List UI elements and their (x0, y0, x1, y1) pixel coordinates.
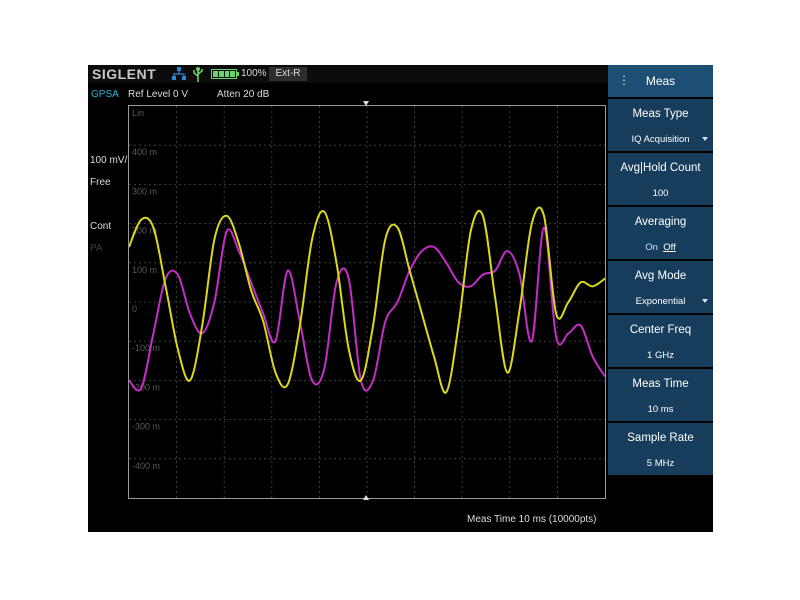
center-marker-top (363, 101, 369, 106)
menu-item-value: 1 GHz (647, 350, 674, 361)
menu-item-avg-mode[interactable]: Avg Mode Exponential (608, 261, 713, 313)
y-axis-tick-label: -100 m (132, 343, 160, 353)
menu-item-value: IQ Acquisition (631, 134, 690, 145)
menu-item-avg-hold-count[interactable]: Avg|Hold Count 100 (608, 153, 713, 205)
i-trace (129, 206, 605, 394)
menu-item-label: Avg|Hold Count (620, 162, 701, 174)
menu-item-value: 10 ms (647, 404, 674, 415)
usb-icon (193, 67, 203, 82)
sweep-label: Cont (90, 221, 112, 232)
reference-source-badge[interactable]: Ext-R (269, 67, 307, 81)
y-axis-tick-label: -200 m (132, 382, 160, 392)
y-axis-tick-label: 300 m (132, 186, 157, 196)
menu-item-label: Sample Rate (627, 432, 694, 444)
menu-item-value: 100 (652, 188, 669, 199)
dropdown-arrow-icon (702, 299, 708, 303)
toggle-on-option[interactable]: On (645, 242, 658, 253)
network-icon (172, 67, 186, 80)
status-bar: SIGLENT 100% Ext-R (88, 65, 608, 83)
menu-item-value: Exponential (635, 296, 686, 307)
y-axis-tick-label: Lin (132, 108, 144, 118)
y-axis-tick-label: -300 m (132, 422, 160, 432)
battery-level: 100% (241, 68, 267, 79)
analyzer-screen: SIGLENT 100% Ext-R GPSA Ref Level 0 V At… (88, 65, 713, 532)
scale-label: 100 mV/ (90, 155, 128, 166)
y-axis-tick-label: -400 m (132, 461, 160, 471)
pa-label: PA (90, 243, 103, 254)
menu-item-label: Meas Time (632, 378, 689, 390)
menu-item-label: Center Freq (629, 324, 692, 336)
y-axis-tick-label: 400 m (132, 147, 157, 157)
menu-item-label: Avg Mode (634, 270, 687, 282)
menu-item-value: 5 MHz (646, 458, 675, 469)
center-marker-bottom (363, 495, 369, 500)
trigger-label: Free (90, 177, 111, 188)
brand-logo: SIGLENT (92, 66, 157, 82)
menu-item-label: Meas Type (632, 108, 689, 120)
y-axis-tick-label: 100 m (132, 265, 157, 275)
dropdown-arrow-icon (702, 137, 708, 141)
toggle-off-option[interactable]: Off (663, 242, 676, 253)
mode-label[interactable]: GPSA (91, 89, 119, 100)
meas-time-status: Meas Time 10 ms (10000pts) (467, 514, 597, 525)
battery-tip (237, 72, 239, 76)
menu-item-meas-time[interactable]: Meas Time 10 ms (608, 369, 713, 421)
iq-plot-svg[interactable]: Lin400 m300 m200 m100 m0-100 m-200 m-300… (129, 106, 605, 498)
atten-label[interactable]: Atten 20 dB (217, 89, 269, 100)
menu-title: Meas (645, 74, 676, 88)
menu-item-label: Averaging (634, 216, 687, 228)
iq-plot-area[interactable]: Lin 400 m 300 m 200 m 100 m 0 -100 m -200 m -300… (128, 105, 606, 499)
menu-item-meas-type[interactable]: Meas Type IQ Acquisition (608, 99, 713, 151)
meas-menu: ⋮ Meas Meas Type IQ Acquisition Avg|Hold… (608, 65, 713, 475)
ref-level-label[interactable]: Ref Level 0 V (128, 89, 188, 100)
menu-item-averaging[interactable]: Averaging On Off (608, 207, 713, 259)
averaging-toggle[interactable]: On Off (608, 242, 713, 253)
battery-icon (211, 69, 237, 79)
y-axis-tick-label: 0 (132, 304, 137, 314)
menu-item-sample-rate[interactable]: Sample Rate 5 MHz (608, 423, 713, 475)
menu-item-center-freq[interactable]: Center Freq 1 GHz (608, 315, 713, 367)
menu-title-bar[interactable]: ⋮ Meas (608, 65, 713, 97)
